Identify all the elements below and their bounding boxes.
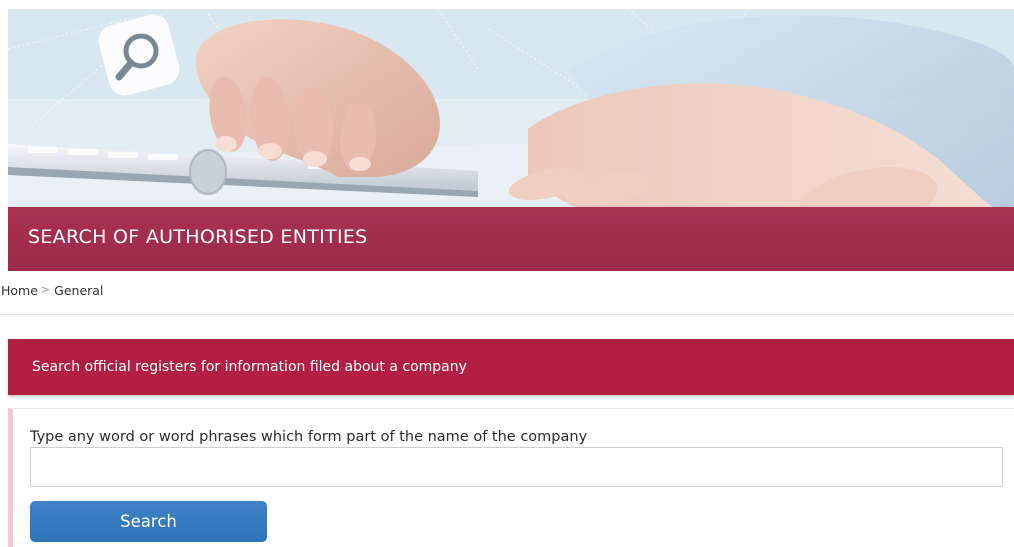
breadcrumb-separator: >	[40, 283, 51, 296]
search-section-title: Search official registers for informatio…	[32, 359, 467, 375]
search-form-panel: Type any word or word phrases which form…	[8, 408, 1014, 547]
company-name-label: Type any word or word phrases which form…	[30, 429, 588, 445]
breadcrumb-general: General	[54, 283, 104, 298]
page-title-banner: SEARCH OF AUTHORISED ENTITIES	[8, 207, 1014, 271]
hero-banner: SEARCH OF AUTHORISED ENTITIES	[8, 9, 1014, 271]
breadcrumb-home[interactable]: Home	[1, 283, 38, 298]
search-button[interactable]: Search	[30, 501, 267, 542]
search-section-header: Search official registers for informatio…	[8, 339, 1014, 395]
company-name-input[interactable]	[30, 447, 1003, 487]
breadcrumb: Home > General	[0, 283, 1014, 315]
page-title: SEARCH OF AUTHORISED ENTITIES	[28, 226, 368, 248]
